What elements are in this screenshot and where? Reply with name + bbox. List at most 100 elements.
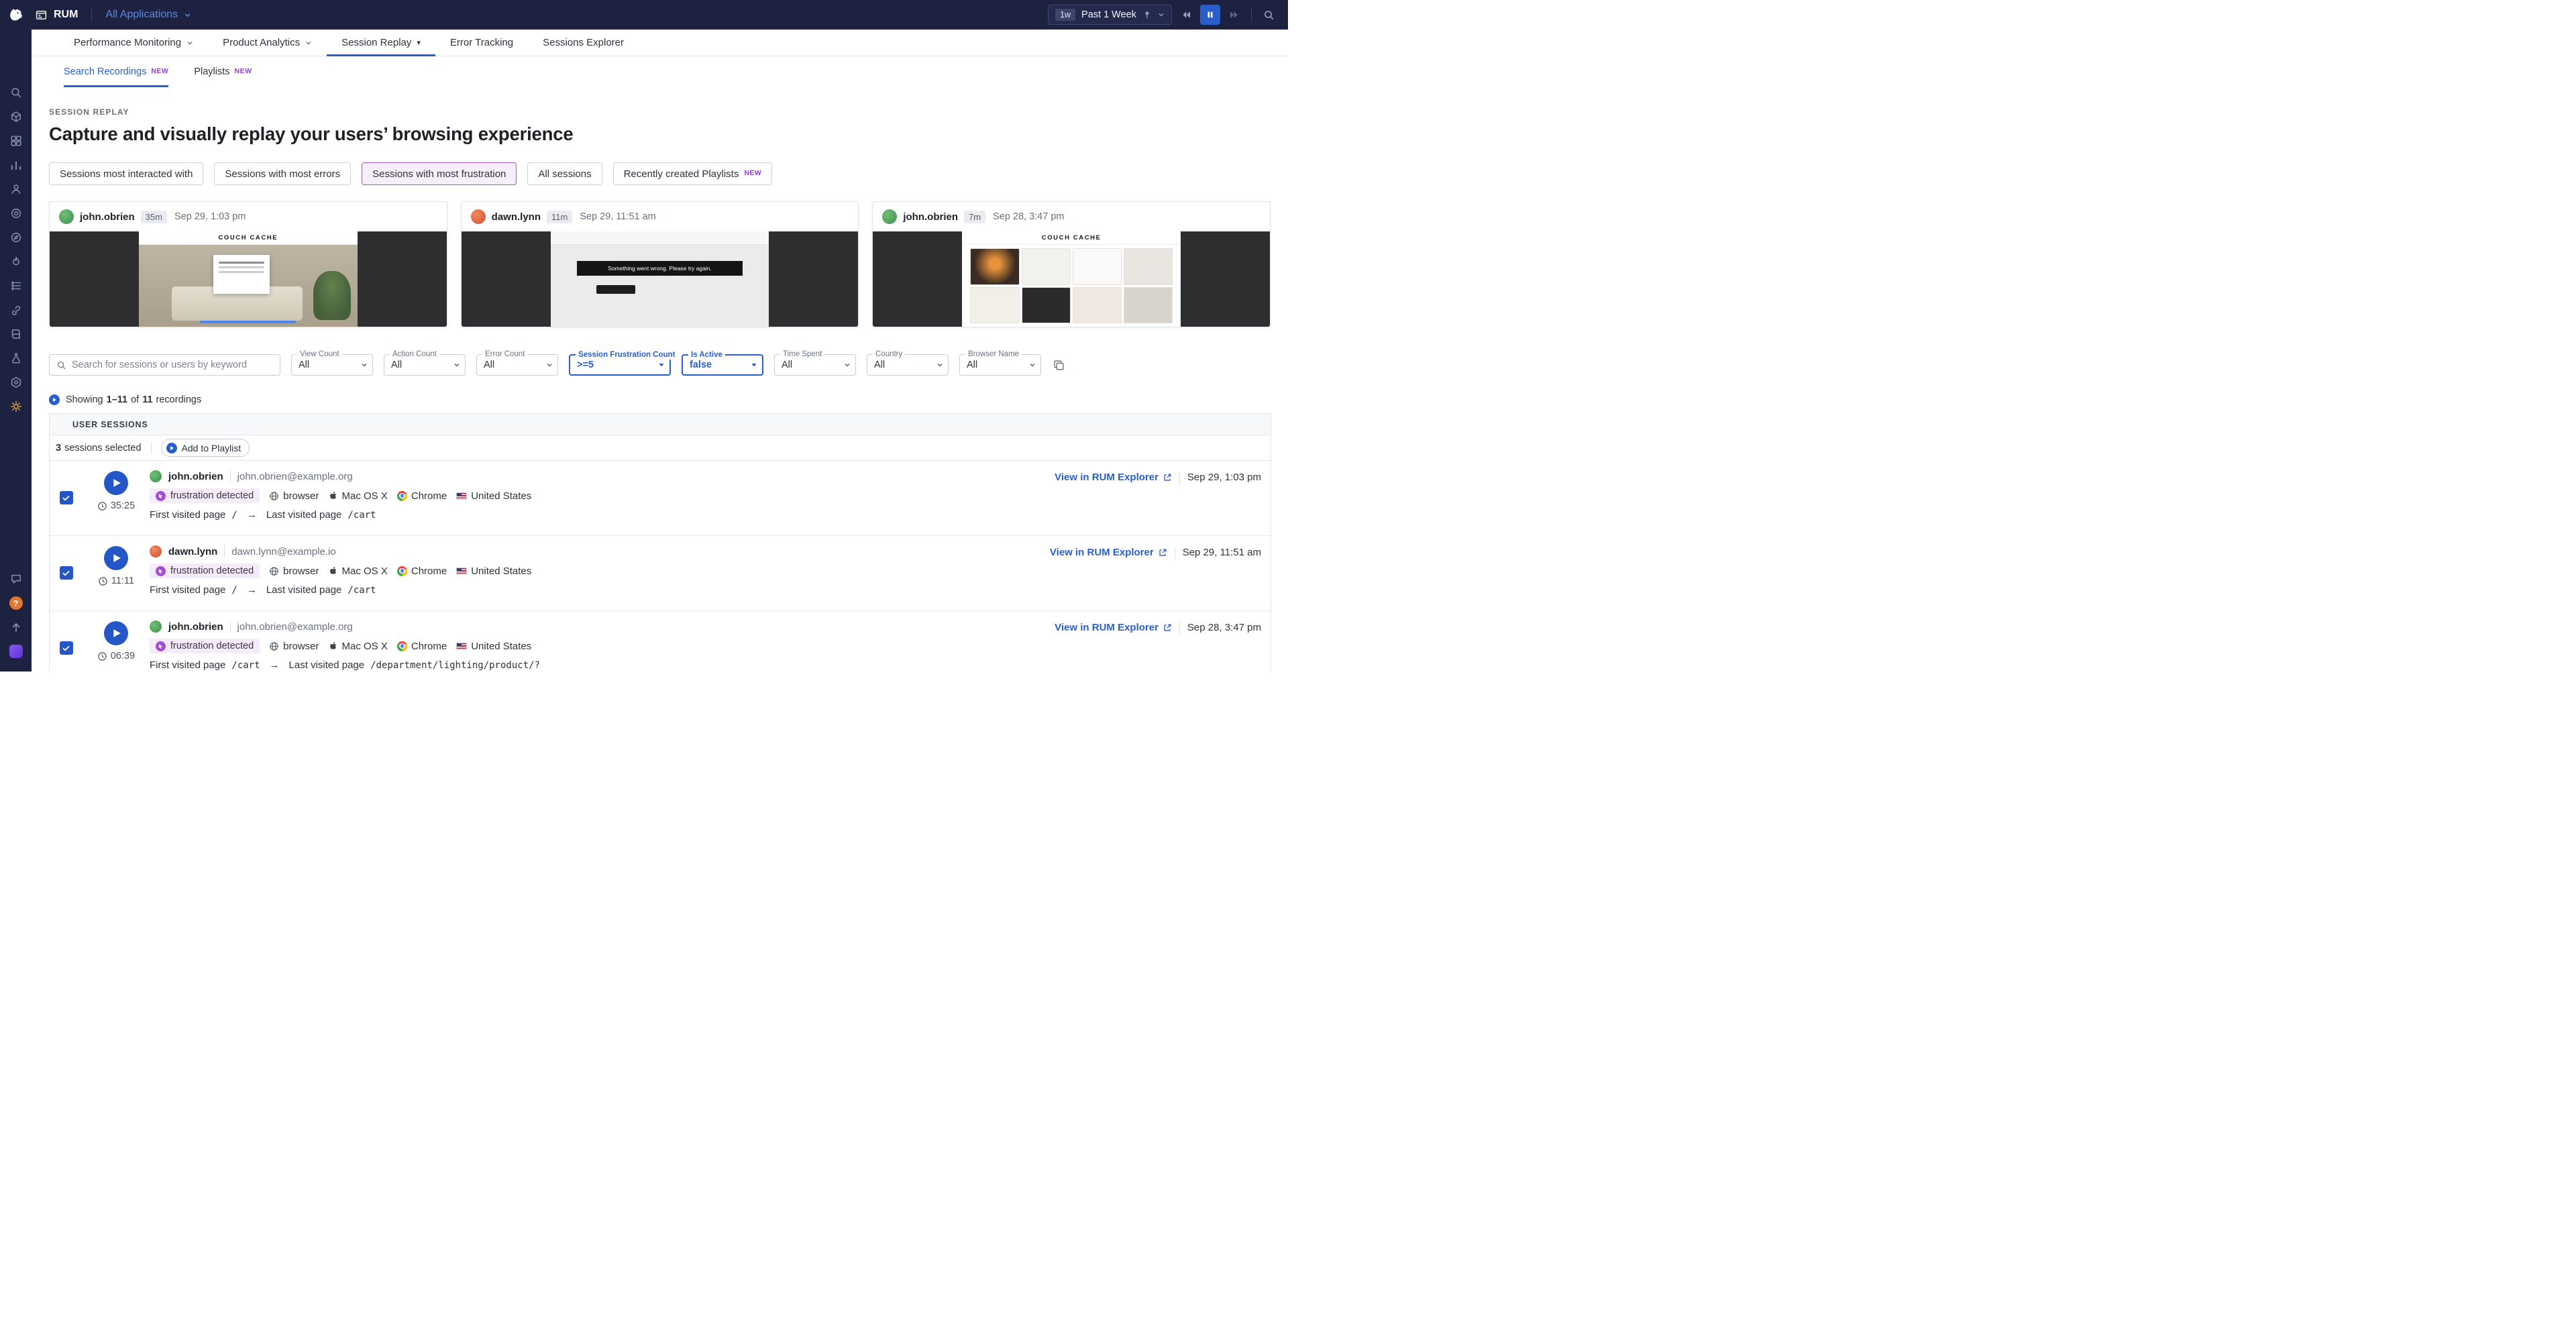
view-in-rum-explorer-link[interactable]: View in RUM Explorer (1055, 472, 1172, 483)
tab-sessions-explorer[interactable]: Sessions Explorer (528, 30, 639, 56)
row-timestamp: Sep 28, 3:47 pm (1187, 622, 1261, 633)
session-thumbnail[interactable]: COUCH CACHE (50, 231, 447, 327)
country-tag[interactable]: United States (456, 490, 531, 502)
subtab-playlists[interactable]: Playlists NEW (194, 56, 252, 87)
metrics-icon[interactable] (0, 153, 32, 177)
pin-icon[interactable] (1142, 10, 1152, 19)
search-icon[interactable] (0, 80, 32, 105)
filter-country[interactable]: Country All (867, 354, 949, 376)
search-box[interactable] (49, 354, 280, 376)
tab-error-tracking[interactable]: Error Tracking (435, 30, 528, 56)
filter-view-count[interactable]: View Count All (291, 354, 373, 376)
frustration-icon (156, 641, 166, 651)
synthetics-icon[interactable] (0, 346, 32, 370)
row-username[interactable]: dawn.lynn (168, 546, 217, 557)
filter-session-frustration-count[interactable]: Session Frustration Count >=5 (569, 354, 671, 376)
row-checkbox-checked[interactable] (60, 566, 73, 580)
first-visited-path[interactable]: / (231, 585, 237, 596)
add-to-playlist-button[interactable]: Add to Playlist (161, 439, 250, 457)
tab-performance-monitoring[interactable]: Performance Monitoring (59, 30, 208, 56)
pill-all-sessions[interactable]: All sessions (527, 162, 602, 185)
upgrade-icon[interactable] (0, 615, 32, 639)
filter-browser-name[interactable]: Browser Name All (959, 354, 1041, 376)
frustration-detected-tag[interactable]: frustration detected (150, 563, 260, 578)
last-visited-path[interactable]: /cart (347, 510, 376, 521)
zoom-search-icon[interactable] (1258, 5, 1279, 25)
integrations-icon[interactable] (0, 298, 32, 322)
browser-tag[interactable]: browser (269, 566, 319, 577)
logs-icon[interactable] (0, 322, 32, 346)
pause-button[interactable] (1200, 5, 1220, 25)
last-visited-path[interactable]: /department/lighting/product/? (370, 660, 540, 671)
apm-icon[interactable] (0, 201, 32, 225)
session-card[interactable]: dawn.lynn 11m Sep 29, 11:51 am Something… (461, 201, 859, 327)
chevron-down-icon (751, 362, 757, 368)
session-thumbnail[interactable]: Something went wrong. Please try again. (462, 231, 859, 327)
subtab-search-recordings[interactable]: Search Recordings NEW (64, 56, 168, 87)
user-analytics-icon[interactable] (0, 177, 32, 201)
security-icon[interactable] (0, 370, 32, 394)
copy-icon[interactable] (1053, 360, 1065, 371)
infrastructure-icon[interactable] (0, 105, 32, 129)
os-tag[interactable]: Mac OS X (329, 490, 388, 502)
chevron-down-icon (305, 40, 312, 46)
session-thumbnail[interactable]: COUCH CACHE (873, 231, 1270, 327)
view-in-rum-explorer-link[interactable]: View in RUM Explorer (1050, 547, 1167, 558)
row-checkbox-checked[interactable] (60, 491, 73, 504)
pill-most-interacted[interactable]: Sessions most interacted with (49, 162, 203, 185)
filter-is-active[interactable]: Is Active false (682, 354, 763, 376)
last-visited-path[interactable]: /cart (347, 585, 376, 596)
filter-error-count[interactable]: Error Count All (476, 354, 558, 376)
play-circle-icon (49, 394, 60, 405)
settings-icon[interactable] (0, 394, 32, 419)
log-pipelines-icon[interactable] (0, 274, 32, 298)
frustration-detected-tag[interactable]: frustration detected (150, 488, 260, 503)
play-session-button[interactable] (104, 471, 128, 495)
last-visited-label: Last visited page (266, 584, 342, 596)
profiling-icon[interactable] (0, 250, 32, 274)
session-card[interactable]: john.obrien 35m Sep 29, 1:03 pm COUCH CA… (49, 201, 447, 327)
row-username[interactable]: john.obrien (168, 621, 223, 633)
filter-action-count[interactable]: Action Count All (384, 354, 466, 376)
promo-card (213, 255, 270, 294)
bits-ai-icon[interactable] (0, 639, 32, 663)
card-username: john.obrien (903, 211, 958, 223)
pill-most-frustration[interactable]: Sessions with most frustration (362, 162, 517, 185)
first-visited-path[interactable]: /cart (231, 660, 260, 671)
play-session-button[interactable] (104, 621, 128, 645)
tab-session-replay[interactable]: Session Replay ▾ (327, 30, 435, 56)
skip-back-button[interactable] (1176, 5, 1196, 25)
country-tag[interactable]: United States (456, 641, 531, 652)
browser-name-tag[interactable]: Chrome (397, 566, 447, 577)
pill-recent-playlists[interactable]: Recently created PlaylistsNEW (613, 162, 773, 185)
browser-name-tag[interactable]: Chrome (397, 490, 447, 502)
application-selector[interactable]: All Applications (105, 9, 191, 21)
row-checkbox-checked[interactable] (60, 641, 73, 655)
browser-tag[interactable]: browser (269, 490, 319, 502)
datadog-logo[interactable] (0, 0, 32, 30)
tab-product-analytics[interactable]: Product Analytics (208, 30, 327, 56)
dashboards-icon[interactable] (0, 129, 32, 153)
first-visited-path[interactable]: / (231, 510, 237, 521)
help-icon[interactable]: ? (0, 591, 32, 615)
chat-icon[interactable] (0, 567, 32, 591)
row-username[interactable]: john.obrien (168, 471, 223, 482)
view-in-rum-explorer-link[interactable]: View in RUM Explorer (1055, 622, 1172, 633)
country-tag[interactable]: United States (456, 566, 531, 577)
session-card[interactable]: john.obrien 7m Sep 28, 3:47 pm COUCH CAC… (872, 201, 1271, 327)
ci-cd-icon[interactable] (0, 225, 32, 250)
frustration-detected-tag[interactable]: frustration detected (150, 639, 260, 653)
os-tag[interactable]: Mac OS X (329, 566, 388, 577)
left-sidebar: ? (0, 30, 32, 672)
chevron-down-icon[interactable] (1158, 11, 1165, 18)
skip-forward-button[interactable] (1224, 5, 1244, 25)
play-session-button[interactable] (104, 546, 128, 570)
filter-time-spent[interactable]: Time Spent All (774, 354, 856, 376)
browser-name-tag[interactable]: Chrome (397, 641, 447, 652)
search-input[interactable] (72, 360, 273, 370)
os-tag[interactable]: Mac OS X (329, 641, 388, 652)
clock-icon (98, 576, 108, 586)
pill-most-errors[interactable]: Sessions with most errors (214, 162, 351, 185)
time-range-selector[interactable]: 1w Past 1 Week (1048, 5, 1172, 25)
browser-tag[interactable]: browser (269, 641, 319, 652)
